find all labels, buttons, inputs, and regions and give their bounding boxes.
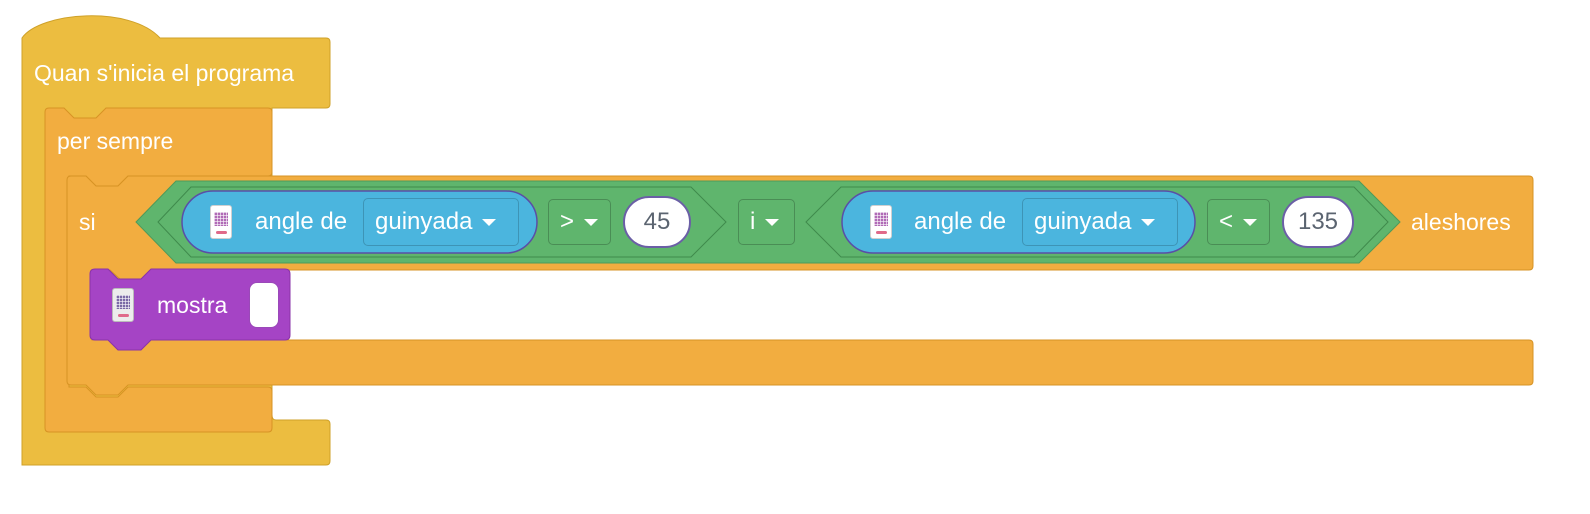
comparison-dropdown-right[interactable]: < xyxy=(1207,199,1270,245)
threshold-value: 135 xyxy=(1297,208,1339,235)
forever-block-label: per sempre xyxy=(57,128,174,154)
caret-down-icon xyxy=(1243,218,1258,226)
threshold-value: 45 xyxy=(643,208,671,235)
block-canvas[interactable]: Quan s'inicia el programa per sempre si … xyxy=(0,0,1590,514)
show-text-input[interactable] xyxy=(249,282,279,328)
then-label: aleshores xyxy=(1411,209,1511,235)
comparison-operator: < xyxy=(1219,208,1234,235)
microbit-device-icon xyxy=(112,288,134,322)
threshold-input-right[interactable]: 135 xyxy=(1282,196,1354,248)
caret-down-icon xyxy=(765,218,780,226)
axis-dropdown-value: guinyada xyxy=(375,208,473,235)
axis-dropdown-right[interactable]: guinyada xyxy=(1022,198,1178,246)
logic-operator-dropdown[interactable]: i xyxy=(738,199,795,245)
microbit-device-icon xyxy=(210,205,232,239)
caret-down-icon xyxy=(584,218,599,226)
microbit-device-icon xyxy=(870,205,892,239)
show-block-label: mostra xyxy=(157,292,228,318)
caret-down-icon xyxy=(482,218,497,226)
axis-dropdown-value: guinyada xyxy=(1034,208,1132,235)
logic-operator: i xyxy=(750,208,756,235)
angle-reporter-label: angle de xyxy=(255,208,348,235)
hat-block-label: Quan s'inicia el programa xyxy=(34,60,295,86)
angle-reporter-label: angle de xyxy=(914,208,1007,235)
axis-dropdown-left[interactable]: guinyada xyxy=(363,198,519,246)
if-block-label: si xyxy=(79,209,96,235)
threshold-input-left[interactable]: 45 xyxy=(623,196,691,248)
comparison-operator: > xyxy=(560,208,575,235)
caret-down-icon xyxy=(1141,218,1156,226)
comparison-dropdown-left[interactable]: > xyxy=(548,199,611,245)
